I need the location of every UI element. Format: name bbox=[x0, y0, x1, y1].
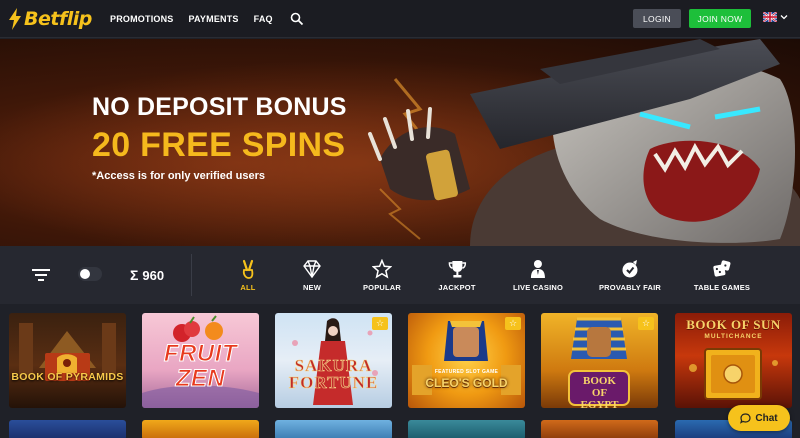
hero-banner[interactable]: NO DEPOSIT BONUS 20 FREE SPINS *Access i… bbox=[0, 39, 800, 246]
category-label: LIVE CASINO bbox=[512, 283, 564, 292]
join-now-button[interactable]: JOIN NOW bbox=[689, 9, 751, 28]
main-nav: PROMOTIONS PAYMENTS FAQ bbox=[110, 0, 304, 38]
dice-icon bbox=[713, 260, 731, 277]
game-grid: BOOK OF PYRAMIDS FRUIT ZEN ☆ SAKURA FORT… bbox=[0, 304, 800, 438]
top-header: Betflip PROMOTIONS PAYMENTS FAQ LOGIN JO… bbox=[0, 0, 800, 38]
game-tile[interactable] bbox=[408, 420, 525, 438]
chevron-down-icon bbox=[780, 15, 788, 20]
hero-subtitle: 20 FREE SPINS bbox=[92, 126, 346, 164]
shield-icon bbox=[622, 260, 638, 278]
game-filter-bar: Σ 960 ALL NEW POPULAR JACKPOT LIVE CASIN… bbox=[0, 246, 800, 304]
category-new[interactable]: NEW bbox=[302, 259, 322, 292]
game-title: SAKURA FORTUNE bbox=[288, 356, 379, 392]
favorite-star-icon[interactable]: ☆ bbox=[505, 317, 521, 330]
game-tile[interactable] bbox=[541, 420, 658, 438]
favorite-star-icon[interactable]: ☆ bbox=[372, 317, 388, 330]
category-label: TABLE GAMES bbox=[693, 283, 751, 292]
game-tile[interactable]: ☆ BOOK OF EGYPT bbox=[541, 313, 658, 408]
game-title: BOOK OF PYRAMIDS bbox=[11, 371, 124, 383]
game-title: BOOK OF SUN bbox=[686, 317, 781, 332]
game-tile[interactable]: ☆ FEATURED SLOT GAME CLEO'S GOLD bbox=[408, 313, 525, 408]
login-button[interactable]: LOGIN bbox=[633, 9, 681, 28]
category-jackpot[interactable]: JACKPOT bbox=[438, 259, 475, 292]
language-selector[interactable] bbox=[763, 12, 788, 22]
category-label: PROVABLY FAIR bbox=[598, 283, 662, 292]
nav-faq[interactable]: FAQ bbox=[254, 14, 273, 24]
toggle-knob bbox=[80, 269, 90, 279]
category-popular[interactable]: POPULAR bbox=[363, 259, 401, 292]
chat-label: Chat bbox=[755, 412, 778, 424]
sigma-icon: Σ bbox=[130, 267, 139, 283]
category-provably-fair[interactable]: PROVABLY FAIR bbox=[599, 259, 661, 292]
book-of-pyramids-artwork bbox=[19, 323, 116, 381]
game-title: FRUIT ZEN bbox=[163, 340, 238, 392]
category-label: NEW bbox=[302, 283, 322, 292]
bolt-logo-icon bbox=[9, 8, 21, 30]
game-tile[interactable] bbox=[9, 420, 126, 438]
game-tile[interactable]: FRUIT ZEN bbox=[142, 313, 259, 408]
victory-hand-icon bbox=[242, 259, 254, 279]
hero-title: NO DEPOSIT BONUS bbox=[92, 93, 347, 121]
chat-bubble-icon bbox=[740, 412, 751, 424]
trophy-icon bbox=[448, 261, 466, 278]
category-all[interactable]: ALL bbox=[238, 259, 258, 292]
game-title: CLEO'S GOLD bbox=[425, 376, 508, 390]
category-label: JACKPOT bbox=[438, 283, 476, 292]
uk-flag-icon bbox=[763, 12, 777, 22]
game-tile[interactable]: BOOK OF PYRAMIDS bbox=[9, 313, 126, 408]
star-icon bbox=[371, 259, 392, 279]
category-label: POPULAR bbox=[362, 283, 402, 292]
logo-text: Betflip bbox=[24, 8, 92, 30]
favorite-star-icon[interactable]: ☆ bbox=[638, 317, 654, 330]
chat-button[interactable]: Chat bbox=[728, 405, 790, 431]
game-tile[interactable] bbox=[142, 420, 259, 438]
filter-icon[interactable] bbox=[32, 268, 50, 282]
dealer-icon bbox=[531, 260, 545, 278]
game-subtitle: MULTICHANCE bbox=[704, 333, 763, 340]
game-count: Σ 960 bbox=[130, 267, 164, 283]
diamond-icon bbox=[303, 260, 321, 279]
game-tile[interactable] bbox=[275, 420, 392, 438]
game-tile[interactable]: BOOK OF SUN MULTICHANCE bbox=[675, 313, 792, 408]
nav-payments[interactable]: PAYMENTS bbox=[189, 14, 239, 24]
game-count-value: 960 bbox=[142, 267, 165, 283]
game-title: BOOK OF EGYPT bbox=[580, 375, 619, 408]
divider bbox=[191, 254, 192, 296]
category-live-casino[interactable]: LIVE CASINO bbox=[513, 259, 563, 292]
category-table-games[interactable]: TABLE GAMES bbox=[694, 259, 750, 292]
hero-note: *Access is for only verified users bbox=[92, 170, 266, 182]
search-icon[interactable] bbox=[290, 12, 304, 26]
category-label: ALL bbox=[240, 283, 256, 292]
logo[interactable]: Betflip bbox=[8, 6, 92, 32]
game-tag: FEATURED SLOT GAME bbox=[434, 369, 499, 375]
game-tile[interactable]: ☆ SAKURA FORTUNE bbox=[275, 313, 392, 408]
nav-promotions[interactable]: PROMOTIONS bbox=[110, 14, 174, 24]
